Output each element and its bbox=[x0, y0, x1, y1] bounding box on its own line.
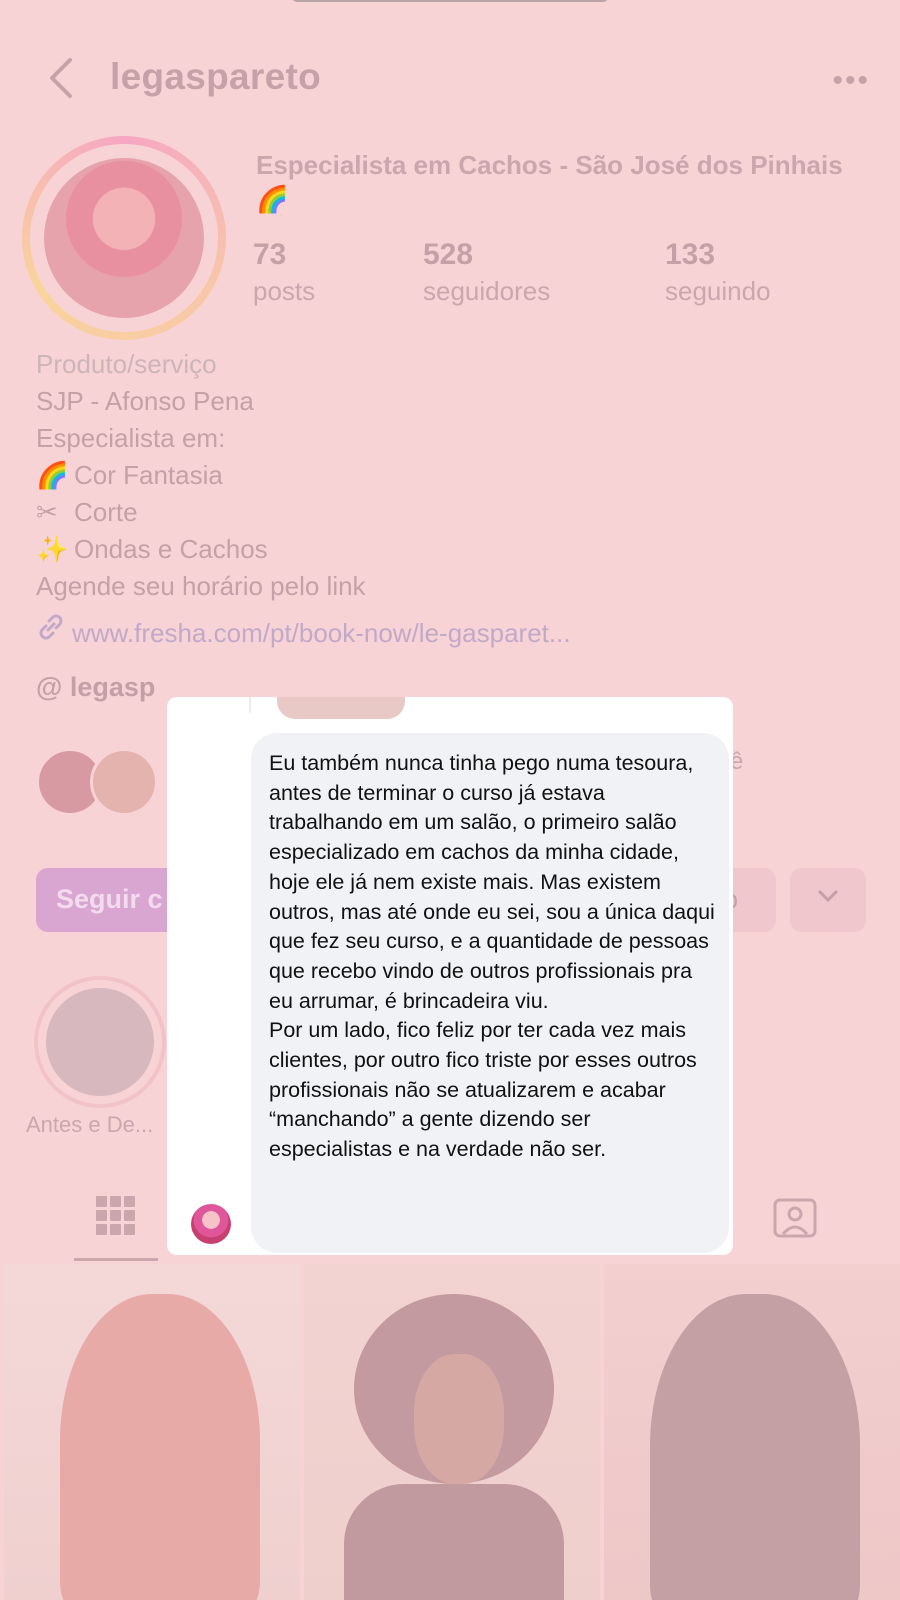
sparkles-icon: ✨ bbox=[36, 534, 69, 564]
bio-specialty: ✂ Corte bbox=[36, 494, 366, 531]
threads-badge[interactable]: @ legasp bbox=[36, 672, 155, 703]
chevron-down-icon bbox=[816, 884, 840, 915]
stat-following[interactable]: 133 seguindo bbox=[665, 238, 771, 307]
message-text: Eu também nunca tinha pego numa tesoura,… bbox=[269, 751, 715, 1162]
link-icon bbox=[36, 612, 72, 649]
post-thumbnail[interactable] bbox=[4, 1264, 300, 1600]
stat-followers-label: seguidores bbox=[423, 276, 551, 306]
tagged-user-icon[interactable] bbox=[772, 1196, 818, 1240]
device-notch bbox=[290, 0, 610, 2]
bio-cta: Agende seu horário pelo link bbox=[36, 571, 366, 601]
suggested-dropdown-button[interactable] bbox=[790, 868, 866, 932]
bio-specialty: 🌈 Cor Fantasia bbox=[36, 457, 366, 494]
highlight-cover[interactable] bbox=[46, 988, 154, 1096]
profile-title: Especialista em Cachos - São José dos Pi… bbox=[256, 150, 843, 214]
previous-message-thumbnail bbox=[277, 697, 405, 719]
message-bubble: Eu também nunca tinha pego numa tesoura,… bbox=[251, 733, 729, 1253]
post-photo-subject bbox=[650, 1294, 860, 1600]
link-text: www.fresha.com/pt/book-now/le-gasparet..… bbox=[72, 618, 571, 648]
post-thumbnail[interactable] bbox=[304, 1264, 600, 1600]
threads-handle: legasp bbox=[69, 672, 156, 702]
stat-posts-label: posts bbox=[253, 276, 316, 306]
highlight-label: Antes e De... bbox=[26, 1112, 154, 1137]
threads-icon: @ bbox=[36, 672, 70, 702]
profile-link[interactable]: www.fresha.com/pt/book-now/le-gasparet..… bbox=[36, 612, 571, 649]
profile-avatar[interactable] bbox=[22, 136, 226, 340]
dialog-divider bbox=[249, 697, 251, 713]
specialty-text: Cor Fantasia bbox=[74, 460, 223, 490]
avatar-photo bbox=[44, 158, 204, 318]
profile-bio: Produto/serviço SJP - Afonso Pena Especi… bbox=[36, 346, 366, 605]
follow-button-label: Seguir c bbox=[56, 884, 163, 914]
bio-line: Especialista em: bbox=[36, 423, 226, 453]
bio-specialty: ✨ Ondas e Cachos bbox=[36, 531, 366, 568]
stat-followers-value: 528 bbox=[423, 238, 474, 271]
post-thumbnail[interactable] bbox=[604, 1264, 900, 1600]
post-photo-subject bbox=[60, 1294, 260, 1600]
avatar-inner-ring bbox=[30, 144, 218, 332]
message-dialog: Eu também nunca tinha pego numa tesoura,… bbox=[167, 697, 733, 1255]
chevron-left-icon[interactable] bbox=[44, 56, 80, 100]
stat-posts[interactable]: 73 posts bbox=[253, 238, 315, 307]
rainbow-icon: 🌈 bbox=[36, 460, 69, 490]
bio-category: Produto/serviço bbox=[36, 349, 217, 379]
profile-username: legaspareto bbox=[110, 56, 321, 97]
stat-following-value: 133 bbox=[665, 238, 716, 271]
post-photo-shirt bbox=[344, 1484, 564, 1600]
sender-avatar bbox=[191, 1204, 231, 1244]
mutual-follower-avatar bbox=[90, 748, 158, 816]
specialty-text: Ondas e Cachos bbox=[74, 534, 268, 564]
post-photo-face bbox=[414, 1354, 504, 1484]
bio-line: SJP - Afonso Pena bbox=[36, 386, 254, 416]
specialty-text: Corte bbox=[74, 497, 138, 527]
stat-posts-value: 73 bbox=[253, 238, 287, 271]
scissors-icon: ✂ bbox=[36, 497, 58, 527]
grid-icon[interactable] bbox=[96, 1194, 136, 1238]
more-horizontal-icon[interactable]: ••• bbox=[832, 64, 870, 98]
active-tab-indicator bbox=[74, 1258, 158, 1261]
stat-following-label: seguindo bbox=[665, 276, 771, 306]
stat-followers[interactable]: 528 seguidores bbox=[423, 238, 550, 307]
